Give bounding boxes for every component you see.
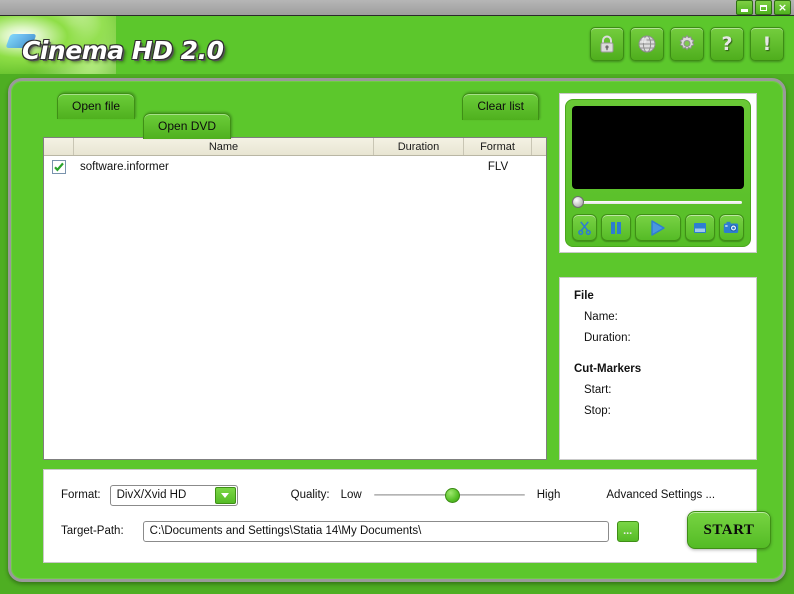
tab-open-dvd[interactable]: Open DVD [143, 113, 232, 139]
tab-bar: Open file Open DVD [57, 93, 232, 139]
globe-icon [638, 35, 656, 53]
video-preview-panel [559, 93, 757, 253]
cinema-hd-window: × Cinema HD 2.0 ? ! Open file Open DVD C… [0, 0, 794, 594]
column-header-name[interactable]: Name [74, 138, 374, 155]
maximize-icon [760, 4, 767, 11]
lock-icon [600, 35, 614, 53]
stop-icon [693, 222, 706, 233]
maximize-button[interactable] [755, 0, 772, 15]
row-duration [374, 156, 464, 177]
cut-markers-heading: Cut-Markers [574, 363, 642, 375]
app-header: Cinema HD 2.0 ? ! [0, 16, 794, 74]
settings-row-format: Format: DivX/Xvid HD Quality: Low High A… [44, 483, 756, 507]
header-toolbar: ? ! [590, 27, 784, 61]
gear-icon [679, 34, 695, 51]
about-button[interactable]: ! [750, 27, 784, 61]
advanced-settings-link[interactable]: Advanced Settings ... [606, 489, 715, 501]
quality-high-label: High [536, 489, 561, 501]
pause-icon [611, 221, 622, 234]
info-panel: File Name: Duration: Cut-Markers Start: … [559, 277, 757, 460]
minimize-button[interactable] [736, 0, 753, 15]
help-icon: ? [721, 32, 733, 55]
clear-list-label: Clear list [477, 99, 524, 113]
tab-open-file[interactable]: Open file [57, 93, 136, 119]
play-icon [651, 219, 666, 236]
cut-stop-label: Stop: [584, 405, 611, 417]
column-header-end[interactable] [532, 138, 546, 155]
close-button[interactable]: × [774, 0, 791, 15]
settings-button[interactable] [670, 27, 704, 61]
file-heading: File [574, 290, 594, 302]
row-format: FLV [487, 160, 509, 173]
cut-start-label: Start: [584, 384, 612, 396]
close-icon: × [777, 1, 788, 14]
tab-open-dvd-label: Open DVD [158, 119, 217, 133]
column-header-format[interactable]: Format [464, 138, 532, 155]
checkmark-icon [54, 162, 64, 171]
row-name: software.informer [80, 160, 169, 173]
register-button[interactable] [590, 27, 624, 61]
tab-open-file-label: Open file [72, 99, 121, 113]
file-duration-label: Duration: [584, 332, 631, 344]
row-end [532, 156, 546, 177]
quality-label: Quality: [290, 489, 330, 501]
file-list-panel: Name Duration Format software.informer F… [43, 137, 547, 460]
format-select[interactable]: DivX/Xvid HD [109, 484, 238, 506]
window-titlebar: × [0, 0, 794, 16]
seek-track [578, 201, 742, 205]
file-name-label: Name: [584, 311, 618, 323]
player-body [565, 99, 751, 247]
minimize-icon [741, 8, 748, 12]
table-row[interactable]: software.informer FLV [44, 156, 546, 177]
app-title: Cinema HD 2.0 [22, 36, 224, 65]
format-value: DivX/Xvid HD [116, 489, 187, 501]
file-list-header: Name Duration Format [44, 138, 546, 156]
chevron-glyph [221, 492, 230, 498]
clear-list-button[interactable]: Clear list [462, 93, 539, 120]
target-path-input[interactable]: C:\Documents and Settings\Statia 14\My D… [142, 520, 609, 542]
column-header-duration[interactable]: Duration [374, 138, 464, 155]
stop-button[interactable] [684, 214, 715, 241]
main-frame: Open file Open DVD Clear list Name Durat… [8, 78, 786, 582]
help-button[interactable]: ? [710, 27, 744, 61]
column-header-check[interactable] [44, 138, 74, 155]
chevron-down-icon[interactable] [214, 486, 236, 504]
quality-slider-knob[interactable] [444, 488, 460, 503]
video-screen[interactable] [572, 106, 744, 190]
scissors-icon [578, 221, 592, 235]
seek-knob[interactable] [572, 196, 584, 209]
format-label: Format: [61, 489, 101, 501]
start-button[interactable]: START [687, 511, 771, 549]
seek-bar[interactable] [572, 196, 744, 209]
pause-button[interactable] [601, 214, 632, 241]
start-label: START [703, 521, 755, 538]
player-controls [572, 214, 744, 241]
website-button[interactable] [630, 27, 664, 61]
row-checkbox[interactable] [52, 159, 66, 174]
row-checkbox-cell[interactable] [44, 156, 74, 177]
window-controls: × [736, 0, 791, 15]
camera-icon [724, 221, 739, 233]
target-path-label: Target-Path: [61, 525, 124, 537]
quality-slider[interactable] [373, 487, 525, 503]
settings-panel: Format: DivX/Xvid HD Quality: Low High A… [43, 469, 757, 563]
settings-row-path: Target-Path: C:\Documents and Settings\S… [44, 518, 756, 544]
snapshot-button[interactable] [718, 214, 744, 241]
play-button[interactable] [635, 214, 681, 241]
browse-button[interactable]: ... [616, 520, 639, 542]
info-icon: ! [762, 32, 772, 55]
cut-button[interactable] [572, 214, 598, 241]
quality-low-label: Low [340, 489, 362, 501]
